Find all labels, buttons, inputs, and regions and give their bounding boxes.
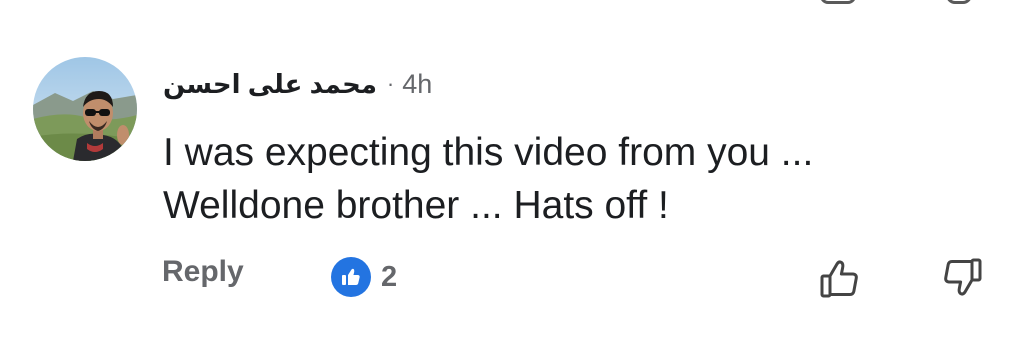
avatar[interactable]: [33, 57, 137, 161]
comment-text: I was expecting this video from you ... …: [163, 126, 923, 232]
like-button[interactable]: [818, 256, 862, 300]
author-name[interactable]: محمد على احسن: [163, 69, 377, 100]
thumbs-down-outline-icon: [944, 258, 982, 296]
reaction-summary[interactable]: 2: [331, 257, 397, 297]
previous-item-remnant: [0, 0, 1024, 6]
comment-text-line: Welldone brother ... Hats off !: [163, 184, 669, 227]
thumbs-up-icon: [331, 257, 371, 297]
dot-separator: ·: [386, 71, 395, 96]
remnant-icon: [946, 0, 972, 4]
remnant-icon: [820, 0, 856, 4]
thumbs-up-outline-icon: [820, 260, 858, 298]
comment-header: محمد على احسن · 4h: [163, 66, 432, 102]
comment-text-line: I was expecting this video from you ...: [163, 131, 814, 174]
dislike-button[interactable]: [940, 256, 984, 300]
reply-button[interactable]: Reply: [162, 255, 244, 289]
reaction-count: 2: [381, 260, 398, 293]
timestamp: 4h: [402, 68, 433, 99]
avatar-photo: [33, 57, 137, 161]
